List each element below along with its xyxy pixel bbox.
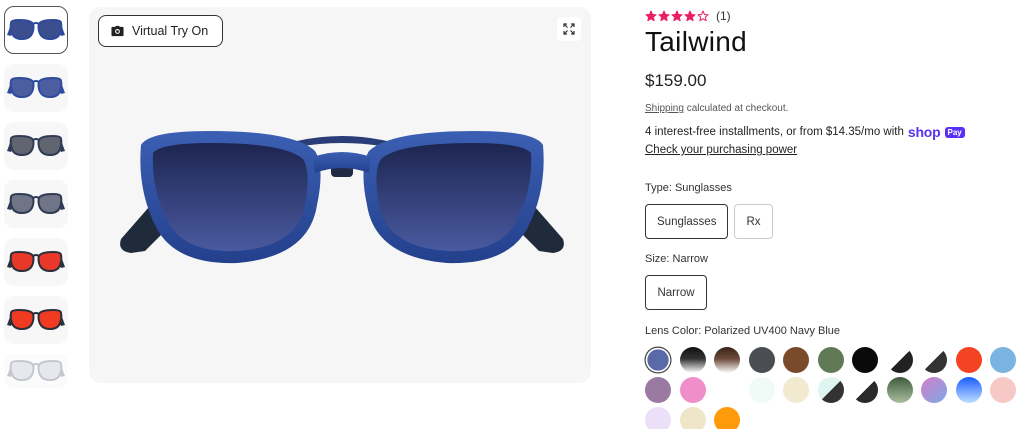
installments-text: 4 interest-free installments, or from $1…	[645, 126, 904, 138]
swatch-green[interactable]	[817, 347, 844, 373]
sunglasses-thumbnail-icon	[7, 250, 65, 273]
star-filled-icon	[671, 10, 683, 22]
swatch-purple[interactable]	[645, 377, 671, 403]
lens-color-swatches	[645, 347, 1020, 429]
shipping-rest: calculated at checkout.	[683, 103, 789, 114]
size-options: Narrow	[645, 275, 1020, 310]
swatch-sky-blue[interactable]	[990, 347, 1016, 373]
product-main-image: Virtual Try On	[89, 7, 591, 383]
size-narrow-button[interactable]: Narrow	[645, 275, 707, 310]
swatch-ivory[interactable]	[679, 407, 706, 429]
shop-pay-logo: shop	[907, 124, 941, 140]
size-label: Size: Narrow	[645, 253, 708, 265]
product-info-panel: (1) Tailwind $159.00 Shipping calculated…	[645, 8, 1020, 429]
swatch-red[interactable]	[955, 347, 982, 373]
sunglasses-thumbnail-icon	[7, 308, 65, 331]
sunglasses-thumbnail-icon	[7, 359, 65, 382]
check-purchasing-power-link[interactable]: Check your purchasing power	[645, 144, 797, 156]
thumb-clear[interactable]	[4, 354, 68, 388]
swatch-black-white-split[interactable]	[886, 347, 913, 373]
thumb-red-front[interactable]	[4, 238, 68, 286]
sunglasses-thumbnail-icon	[7, 134, 65, 157]
swatch-pink[interactable]	[679, 377, 706, 403]
thumb-front-navy[interactable]	[4, 6, 68, 54]
swatch-blue-gradient[interactable]	[955, 377, 982, 403]
type-sunglasses-button[interactable]: Sunglasses	[645, 204, 729, 239]
swatch-black-gradient[interactable]	[679, 347, 706, 373]
virtual-try-on-button[interactable]: Virtual Try On	[98, 15, 224, 47]
thumb-angle-navy[interactable]	[4, 64, 68, 112]
expand-icon	[563, 23, 575, 35]
thumb-gradient[interactable]	[4, 180, 68, 228]
swatch-navy-blue[interactable]	[647, 349, 669, 371]
swatch-brown[interactable]	[783, 347, 809, 373]
sunglasses-hero-image	[120, 131, 564, 264]
swatch-lavender[interactable]	[645, 407, 671, 429]
swatch-violet-gradient[interactable]	[921, 377, 947, 403]
thumb-gray[interactable]	[4, 122, 68, 170]
shipping-link[interactable]: Shipping	[645, 103, 684, 114]
sunglasses-thumbnail-icon	[7, 76, 65, 99]
pay-badge: Pay	[944, 126, 965, 138]
star-filled-icon	[684, 10, 696, 22]
star-filled-icon	[658, 10, 670, 22]
sunglasses-thumbnail-icon	[7, 192, 65, 215]
type-rx-button[interactable]: Rx	[734, 204, 773, 239]
swatch-gray[interactable]	[748, 347, 775, 373]
swatch-cream[interactable]	[783, 377, 809, 403]
sunglasses-thumbnail-icon	[7, 18, 65, 41]
swatch-olive-gradient[interactable]	[886, 377, 913, 403]
swatch-clear[interactable]	[714, 377, 740, 403]
swatch-black-white-split-2[interactable]	[921, 347, 947, 373]
swatch-brown-gradient[interactable]	[714, 347, 740, 373]
product-price: $159.00	[645, 71, 707, 90]
rating: (1)	[645, 8, 1020, 24]
review-count[interactable]: (1)	[716, 9, 731, 23]
thumbnail-list	[4, 6, 70, 398]
swatch-mint-clear[interactable]	[748, 377, 775, 403]
star-filled-icon	[645, 10, 657, 22]
installments-row: 4 interest-free installments, or from $1…	[645, 124, 1020, 140]
lens-color-label: Lens Color: Polarized UV400 Navy Blue	[645, 325, 841, 337]
swatch-blush[interactable]	[990, 377, 1016, 403]
virtual-try-on-label: Virtual Try On	[132, 24, 209, 38]
rating-stars	[645, 10, 709, 22]
type-label: Type: Sunglasses	[645, 182, 732, 194]
type-options: Sunglasses Rx	[645, 204, 1020, 239]
swatch-white-black-split[interactable]	[852, 377, 878, 403]
swatch-mint-black-split[interactable]	[817, 377, 844, 403]
thumb-red-angle[interactable]	[4, 296, 68, 344]
shipping-note: Shipping calculated at checkout.	[645, 103, 1020, 114]
swatch-orange[interactable]	[714, 407, 740, 429]
camera-icon	[111, 25, 124, 37]
expand-button[interactable]	[557, 17, 581, 41]
product-title: Tailwind	[645, 26, 747, 57]
swatch-black[interactable]	[852, 347, 878, 373]
star-empty-icon	[697, 10, 709, 22]
